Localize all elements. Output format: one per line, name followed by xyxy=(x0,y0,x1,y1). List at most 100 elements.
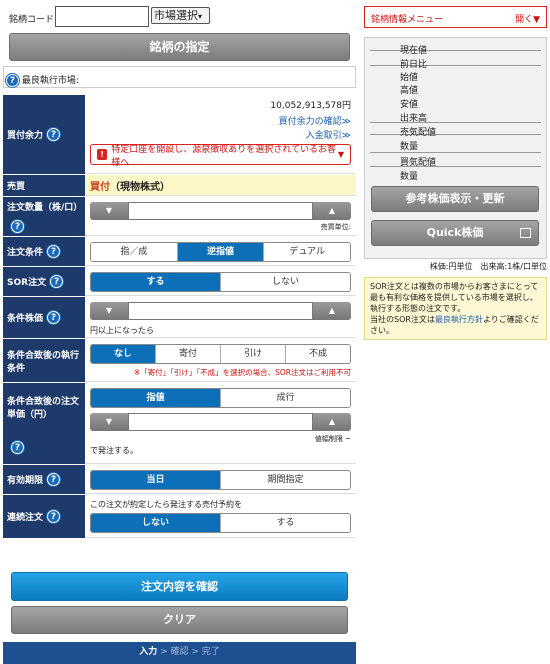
quote-row-label: 数量 xyxy=(400,172,419,182)
trigger-price-input[interactable] xyxy=(128,302,313,320)
option-period[interactable]: 期間指定 xyxy=(220,471,350,489)
market-select[interactable]: 市場選択▾ xyxy=(151,7,210,24)
row-label: SOR注文? xyxy=(3,267,85,296)
order-condition-toggle[interactable]: 指／成 逆指値 デュアル xyxy=(90,242,351,262)
sor-label: SOR注文 xyxy=(7,278,47,288)
stock-info-menu-label: 銘柄情報メニュー xyxy=(371,15,444,25)
quote-row-label: 始値 xyxy=(400,73,419,83)
expiry-toggle[interactable]: 当日 期間指定 xyxy=(90,470,351,490)
quote-row-label: 売気配値 xyxy=(400,128,437,138)
row-order-price: 条件合致後の注文単価（円）? 指値 成行 ▼ ▲ 値幅制限 ~ で発注する。 xyxy=(3,383,356,465)
row-sor: SOR注文? する しない xyxy=(3,267,356,297)
option-linked-no[interactable]: しない xyxy=(91,514,220,532)
help-icon[interactable]: ? xyxy=(11,440,24,454)
decrease-icon[interactable]: ▼ xyxy=(90,202,128,220)
help-icon[interactable]: ? xyxy=(47,473,61,486)
option-open[interactable]: 寄付 xyxy=(155,345,220,363)
option-linked-yes[interactable]: する xyxy=(220,514,350,532)
increase-icon[interactable]: ▲ xyxy=(313,202,351,220)
row-order-condition: 注文条件? 指／成 逆指値 デュアル xyxy=(3,237,356,267)
option-limit[interactable]: 指値 xyxy=(91,389,220,407)
exec-condition-label: 条件合致後の執行条件 xyxy=(7,350,80,374)
help-icon[interactable]: ? xyxy=(11,219,24,233)
trigger-price-label: 条件株価 xyxy=(7,314,44,324)
row-label: 買付余力? xyxy=(3,95,85,174)
option-stop[interactable]: 逆指値 xyxy=(176,243,264,261)
option-sor-no[interactable]: しない xyxy=(220,273,350,291)
confirm-order-button[interactable]: 注文内容を確認 xyxy=(11,572,348,601)
alert-icon: ! xyxy=(97,149,108,160)
linked-order-text: この注文が約定したら発注する売付予約を xyxy=(90,500,242,509)
help-icon[interactable]: ? xyxy=(47,510,61,523)
sor-note-text-2: 当社のSOR注文は xyxy=(370,315,435,324)
price-range-note: 値幅制限 ~ xyxy=(314,435,351,443)
increase-icon[interactable]: ▲ xyxy=(313,413,351,431)
tax-warning[interactable]: ! 特定口座を開設し、源泉徴収ありを選択されているお客様へ ▼ xyxy=(90,144,351,168)
best-market-label: 最良執行市場: xyxy=(21,76,79,86)
clear-button[interactable]: クリア xyxy=(11,606,348,634)
triangle-down-icon: ▼ xyxy=(337,150,344,159)
best-execution-link[interactable]: 最良執行方針 xyxy=(435,315,483,324)
quote-row-label: 買気配値 xyxy=(400,158,437,168)
deposit-link[interactable]: 入金取引≫ xyxy=(306,131,351,141)
help-icon[interactable]: ? xyxy=(50,275,64,288)
reference-price-button[interactable]: 参考株価表示・更新 xyxy=(371,186,539,212)
help-icon[interactable]: ? xyxy=(47,245,61,258)
row-label: 連続注文? xyxy=(3,495,85,538)
quantity-label: 注文数量（株/口） xyxy=(7,203,83,214)
option-limit-market[interactable]: 指／成 xyxy=(91,243,177,261)
exec-condition-toggle[interactable]: なし 寄付 引け 不成 xyxy=(90,344,351,364)
exec-condition-note: ※「寄付」「引け」「不成」を選択の場合、SOR注文はご利用不可 xyxy=(133,368,351,377)
option-market[interactable]: 成行 xyxy=(220,389,350,407)
buying-power-confirm-link[interactable]: 買付余力の確認≫ xyxy=(279,117,351,127)
sor-info-note: SOR注文とは複数の市場からお客さまにとって最も有利な価格を提供している市場を選… xyxy=(364,277,547,340)
unit-note: 売買単位: xyxy=(320,223,351,231)
quick-price-button[interactable]: Quick株価 xyxy=(371,220,539,246)
row-label: 注文条件? xyxy=(3,237,85,266)
specify-stock-button[interactable]: 銘柄の指定 xyxy=(9,33,350,61)
trade-value: 買付 xyxy=(90,181,110,193)
order-price-label: 条件合致後の注文単価（円） xyxy=(7,396,80,420)
quantity-input[interactable] xyxy=(128,202,313,220)
increase-icon[interactable]: ▲ xyxy=(313,302,351,320)
sor-toggle[interactable]: する しない xyxy=(90,272,351,292)
row-trade: 売買 買付 （現物株式） xyxy=(3,175,356,197)
trigger-price-cell: ▼ ▲ 円以上になったら xyxy=(85,297,356,338)
decrease-icon[interactable]: ▼ xyxy=(90,302,128,320)
option-dual[interactable]: デュアル xyxy=(263,243,350,261)
linked-order-toggle[interactable]: しない する xyxy=(90,513,351,533)
row-label: 注文数量（株/口）? xyxy=(3,197,85,236)
units-note: 株価:円単位 出来高:1株/口単位 xyxy=(429,262,547,271)
order-price-cell: 指値 成行 ▼ ▲ 値幅制限 ~ で発注する。 xyxy=(85,383,356,464)
trigger-price-stepper[interactable]: ▼ ▲ xyxy=(90,302,351,320)
option-sor-yes[interactable]: する xyxy=(91,273,220,291)
step-input: 入力 xyxy=(139,647,158,657)
menu-open-toggle[interactable]: 開く▼ xyxy=(515,12,540,25)
help-icon[interactable]: ? xyxy=(6,74,19,87)
step-indicator: 入力 > 確認 > 完了 xyxy=(3,642,356,664)
option-funari[interactable]: 不成 xyxy=(285,345,350,363)
stock-info-menu[interactable]: 銘柄情報メニュー 開く▼ xyxy=(364,6,547,28)
linked-order-label: 連続注文 xyxy=(7,513,44,523)
quantity-stepper[interactable]: ▼ ▲ xyxy=(90,202,351,220)
row-linked-order: 連続注文? この注文が約定したら発注する売付予約を しない する xyxy=(3,495,356,539)
help-icon[interactable]: ? xyxy=(47,311,61,324)
option-close[interactable]: 引け xyxy=(220,345,285,363)
order-price-stepper[interactable]: ▼ ▲ xyxy=(90,413,351,431)
top-bar: 銘柄コード 市場選択▾ xyxy=(0,0,360,30)
help-icon[interactable]: ? xyxy=(47,128,61,141)
decrease-icon[interactable]: ▼ xyxy=(90,413,128,431)
order-price-toggle[interactable]: 指値 成行 xyxy=(90,388,351,408)
order-condition-label: 注文条件 xyxy=(7,248,44,258)
step-separator: > xyxy=(157,647,171,657)
order-price-input[interactable] xyxy=(128,413,313,431)
row-label: 条件合致後の執行条件 xyxy=(3,339,85,382)
row-label: 売買 xyxy=(3,175,85,196)
expiry-cell: 当日 期間指定 xyxy=(85,465,356,494)
warning-text: 特定口座を開設し、源泉徴収ありを選択されているお客様へ xyxy=(111,144,336,168)
option-none[interactable]: なし xyxy=(91,345,155,363)
trade-cell: 買付 （現物株式） xyxy=(85,175,356,196)
option-today[interactable]: 当日 xyxy=(91,471,220,489)
code-input[interactable] xyxy=(55,6,149,27)
row-label: 条件合致後の注文単価（円）? xyxy=(3,383,85,464)
